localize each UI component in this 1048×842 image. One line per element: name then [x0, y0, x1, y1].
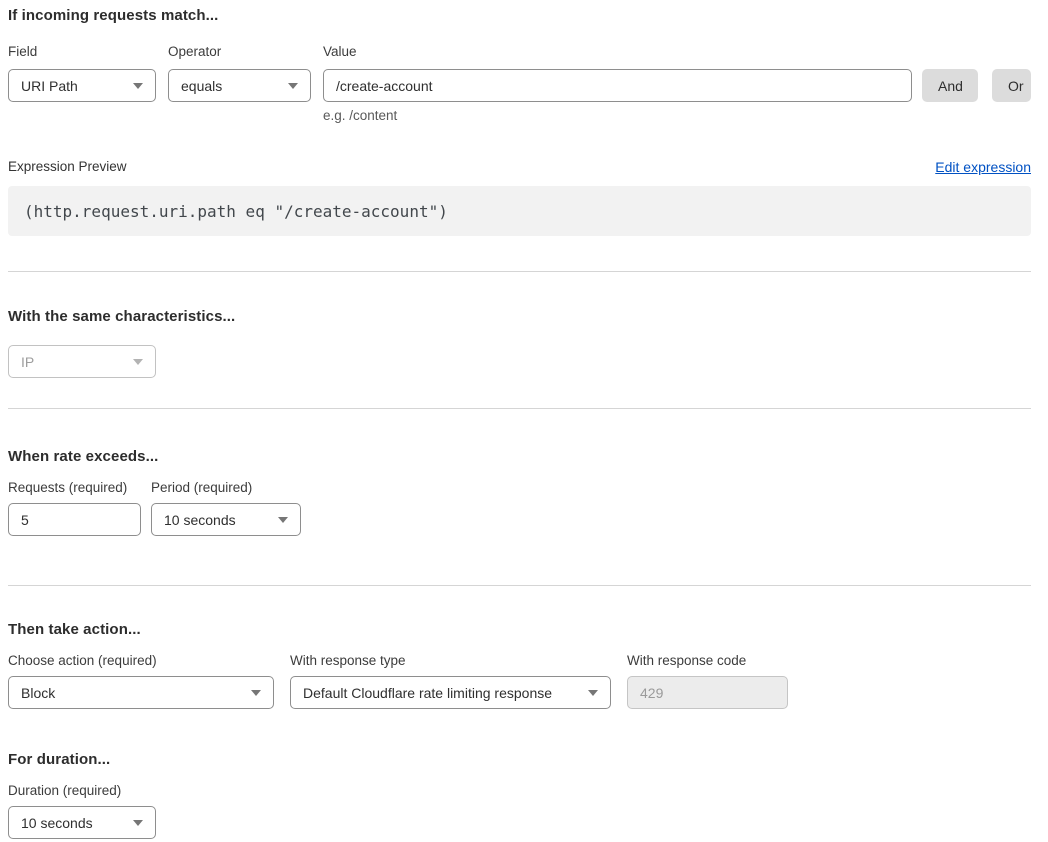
expression-preview-box: (http.request.uri.path eq "/create-accou…: [8, 186, 1031, 236]
period-select-value: 10 seconds: [164, 512, 270, 528]
characteristics-section-heading: With the same characteristics...: [8, 309, 1031, 325]
action-select-value: Block: [21, 685, 243, 701]
field-select-value: URI Path: [21, 78, 125, 94]
operator-select[interactable]: equals: [168, 69, 311, 102]
value-hint: e.g. /content: [323, 109, 912, 123]
section-divider: [8, 271, 1031, 272]
edit-expression-link[interactable]: Edit expression: [935, 160, 1031, 174]
expression-preview-header: Expression Preview Edit expression: [8, 160, 1031, 174]
and-button[interactable]: And: [922, 69, 978, 102]
field-group: Field URI Path: [8, 45, 156, 102]
match-condition-row: Field URI Path Operator equals Value e.g…: [8, 45, 1031, 123]
section-divider: [8, 585, 1031, 586]
chevron-down-icon: [278, 517, 288, 523]
response-type-select[interactable]: Default Cloudflare rate limiting respons…: [290, 676, 611, 709]
duration-select[interactable]: 10 seconds: [8, 806, 156, 839]
duration-section-heading: For duration...: [8, 752, 1031, 768]
duration-group: Duration (required) 10 seconds: [8, 784, 156, 839]
action-select[interactable]: Block: [8, 676, 274, 709]
response-code-input: [627, 676, 788, 709]
expression-code: (http.request.uri.path eq "/create-accou…: [24, 202, 448, 221]
match-section-heading: If incoming requests match...: [8, 8, 1031, 24]
chevron-down-icon: [588, 690, 598, 696]
response-type-group: With response type Default Cloudflare ra…: [290, 654, 611, 709]
duration-label: Duration (required): [8, 784, 156, 797]
action-row: Choose action (required) Block With resp…: [8, 654, 1031, 709]
value-group: Value e.g. /content: [323, 45, 912, 123]
response-type-label: With response type: [290, 654, 611, 667]
requests-input[interactable]: [8, 503, 141, 536]
period-select[interactable]: 10 seconds: [151, 503, 301, 536]
section-divider: [8, 408, 1031, 409]
response-code-group: With response code: [627, 654, 788, 709]
field-select[interactable]: URI Path: [8, 69, 156, 102]
operator-group: Operator equals: [168, 45, 311, 102]
rate-row: Requests (required) Period (required) 10…: [8, 481, 1031, 536]
action-group: Choose action (required) Block: [8, 654, 274, 709]
characteristic-select-value: IP: [21, 354, 125, 370]
response-code-label: With response code: [627, 654, 788, 667]
response-type-select-value: Default Cloudflare rate limiting respons…: [303, 685, 580, 701]
field-label: Field: [8, 45, 156, 58]
value-label: Value: [323, 45, 912, 58]
chevron-down-icon: [251, 690, 261, 696]
rate-section-heading: When rate exceeds...: [8, 449, 1031, 465]
duration-select-value: 10 seconds: [21, 815, 125, 831]
chevron-down-icon: [133, 359, 143, 365]
value-input[interactable]: [323, 69, 912, 102]
choose-action-label: Choose action (required): [8, 654, 274, 667]
duration-row: Duration (required) 10 seconds: [8, 784, 1031, 839]
action-section-heading: Then take action...: [8, 622, 1031, 638]
characteristic-select: IP: [8, 345, 156, 378]
operator-label: Operator: [168, 45, 311, 58]
expression-preview-label: Expression Preview: [8, 160, 127, 174]
chevron-down-icon: [133, 820, 143, 826]
period-label: Period (required): [151, 481, 301, 494]
operator-select-value: equals: [181, 78, 280, 94]
or-button[interactable]: Or: [992, 69, 1031, 102]
chevron-down-icon: [133, 83, 143, 89]
period-group: Period (required) 10 seconds: [151, 481, 301, 536]
requests-label: Requests (required): [8, 481, 141, 494]
chevron-down-icon: [288, 83, 298, 89]
requests-group: Requests (required): [8, 481, 141, 536]
